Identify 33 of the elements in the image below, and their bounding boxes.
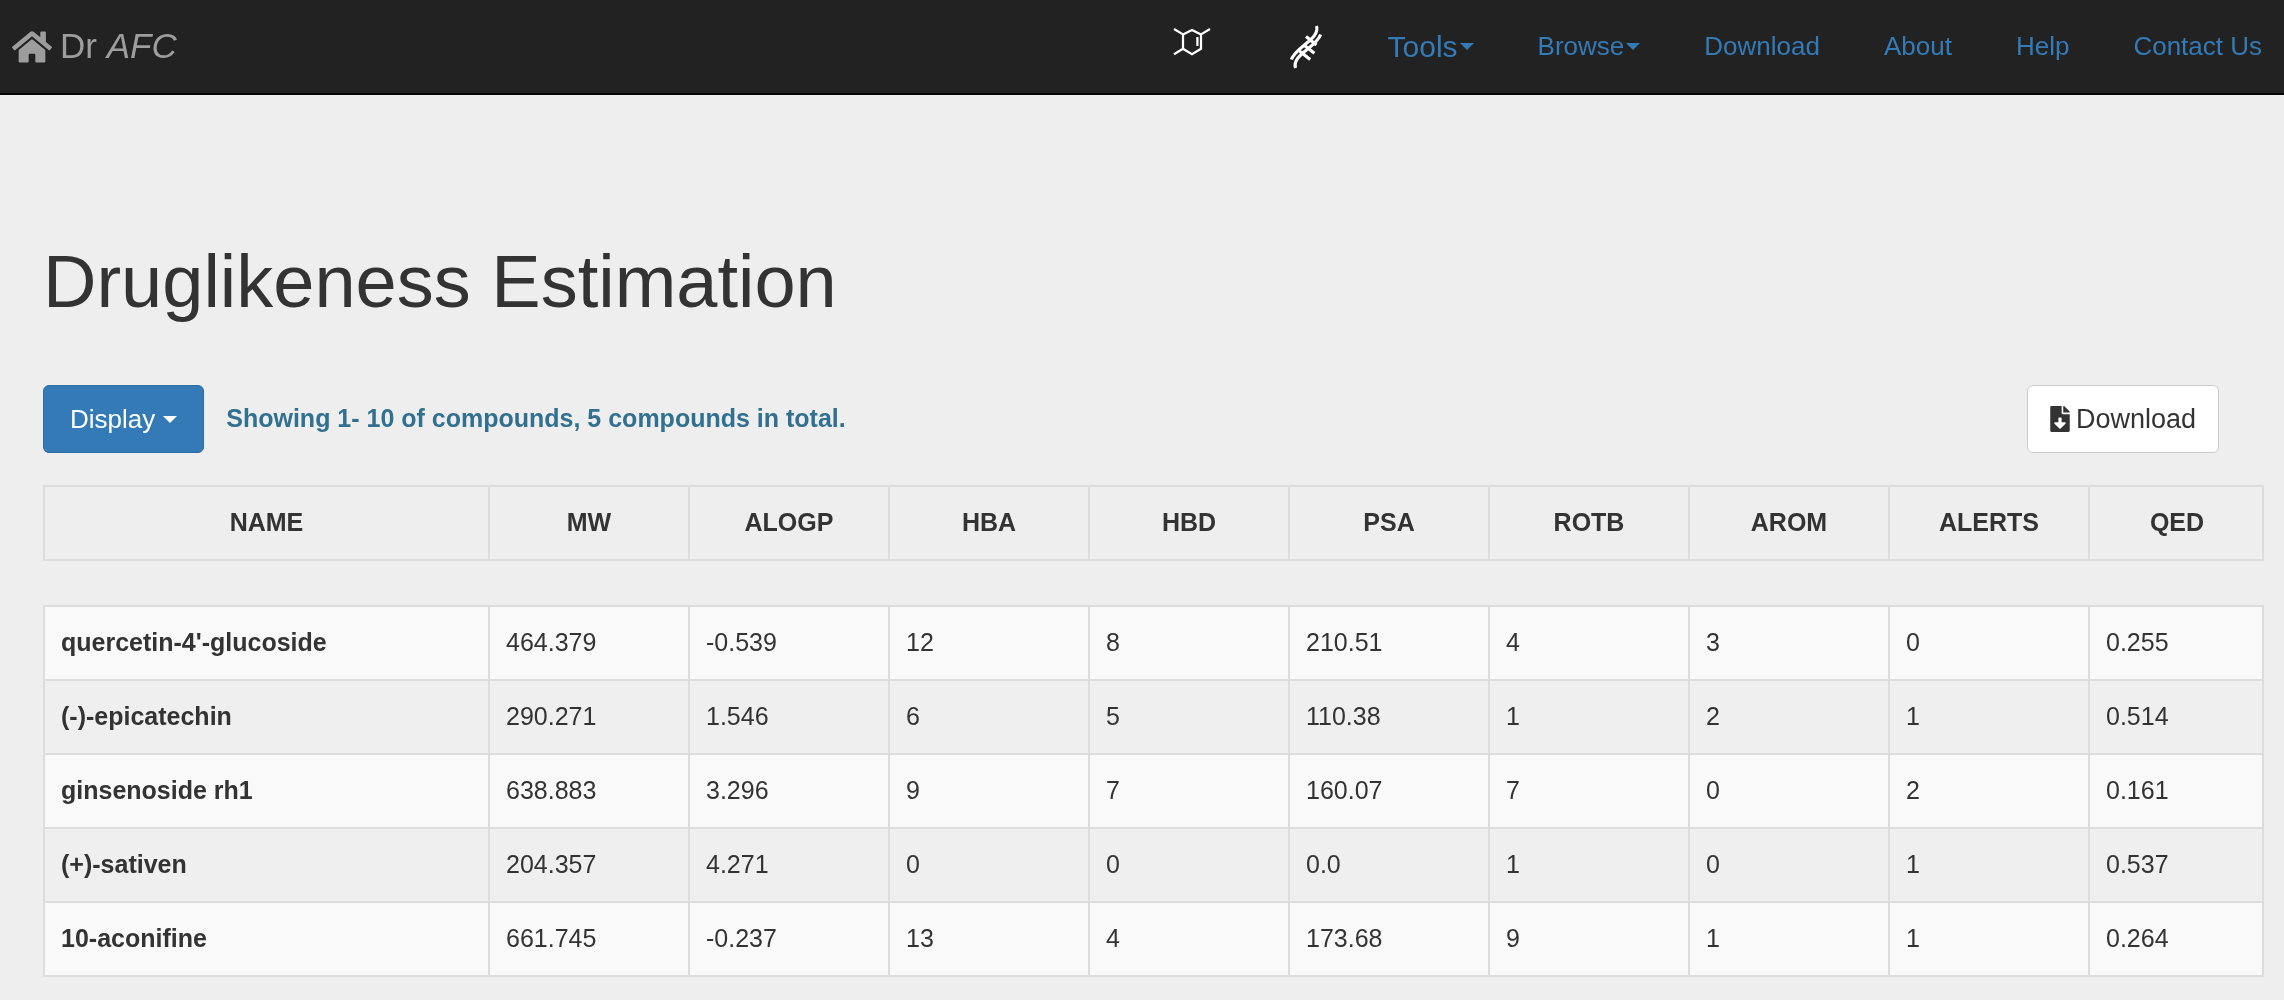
- column-header[interactable]: MW: [488, 487, 688, 559]
- table-cell-text: 10-aconifine: [60, 923, 208, 955]
- column-header[interactable]: AROM: [1688, 487, 1888, 559]
- table-cell: 1: [1888, 903, 2088, 975]
- column-header[interactable]: ALERTS: [1888, 487, 2088, 559]
- column-header[interactable]: HBD: [1088, 487, 1288, 559]
- table-cell: 661.745: [488, 903, 688, 975]
- table-cell: 4: [1088, 903, 1288, 975]
- column-header[interactable]: HBA: [888, 487, 1088, 559]
- column-header[interactable]: NAME: [45, 487, 488, 559]
- caret-icon: [163, 415, 178, 423]
- caret-icon: [1459, 43, 1474, 50]
- table-cell: 173.68: [1288, 903, 1488, 975]
- home-icon: [12, 28, 52, 65]
- column-header[interactable]: QED: [2088, 487, 2264, 559]
- table-cell: 13: [888, 903, 1088, 975]
- table-cell-text: (-)-epicatechin: [60, 701, 233, 733]
- file-download-icon: [2049, 406, 2070, 432]
- table-cell: -0.237: [688, 903, 888, 975]
- table-cell: 1: [1688, 903, 1888, 975]
- download-button[interactable]: Download: [2026, 385, 2219, 453]
- caret-icon: [1626, 43, 1641, 50]
- table-cell-text: (+)-sativen: [60, 849, 188, 881]
- home-link[interactable]: Dr AFC: [12, 20, 177, 73]
- column-header[interactable]: ALOGP: [688, 487, 888, 559]
- table-cell: 0.264: [2088, 903, 2264, 975]
- column-header[interactable]: ROTB: [1488, 487, 1688, 559]
- display-button[interactable]: Display: [43, 385, 205, 453]
- summary-text: Showing 1- 10 of compounds, 5 compounds in total.: [226, 403, 846, 435]
- column-header[interactable]: PSA: [1288, 487, 1488, 559]
- table-cell-text: ginsenoside rh1: [60, 775, 254, 807]
- table-cell: 9: [1488, 903, 1688, 975]
- table-cell-text: quercetin-4'-glucoside: [60, 627, 328, 659]
